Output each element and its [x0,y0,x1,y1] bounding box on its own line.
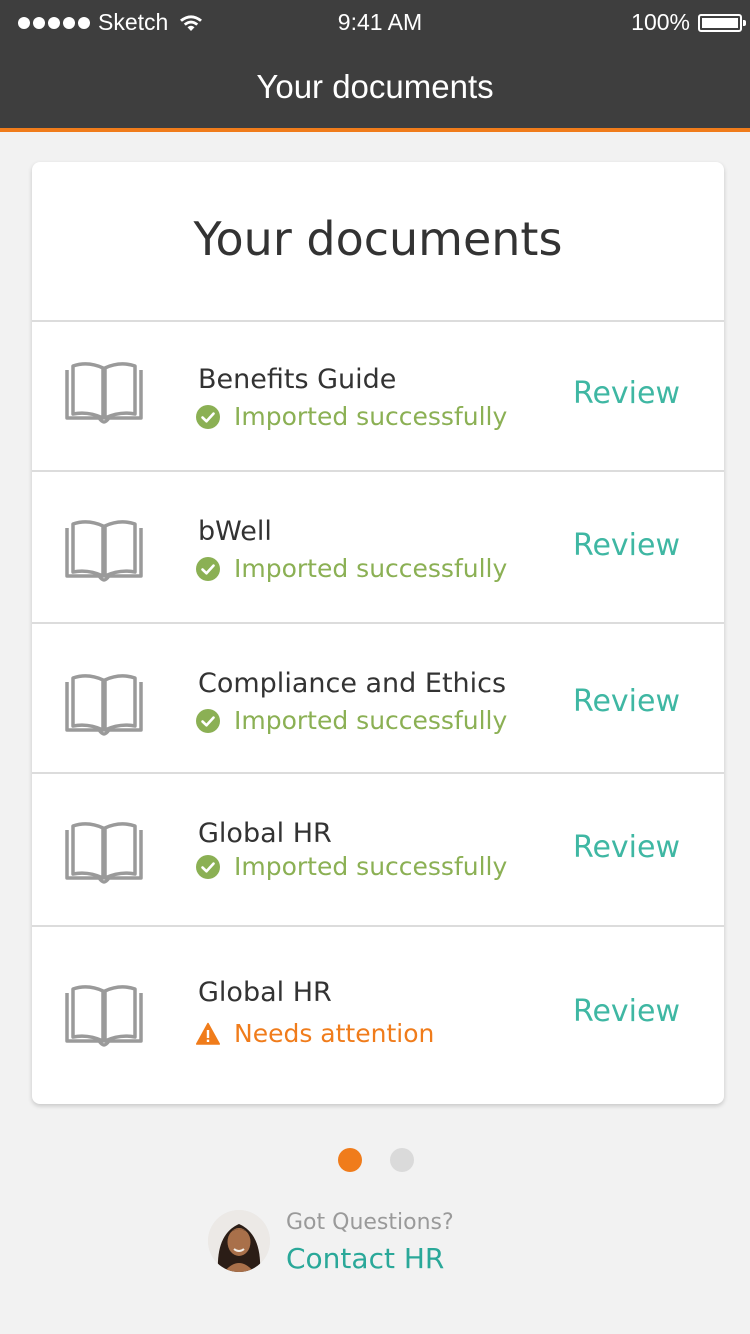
contact-hr-link[interactable]: Contact HR [286,1242,444,1275]
book-icon [64,674,144,736]
status-text: Imported successfully [234,852,508,881]
help-section: Got Questions? Contact HR [208,1208,508,1278]
document-row[interactable]: Compliance and Ethics Imported successful… [32,622,724,774]
battery-percent: 100% [631,9,690,35]
review-button[interactable]: Review [573,684,680,719]
battery-icon [698,13,746,32]
review-button[interactable]: Review [573,376,680,411]
check-circle-icon [196,556,220,581]
avatar [208,1210,270,1272]
help-question: Got Questions? [286,1210,454,1235]
page-indicator[interactable] [338,1148,414,1172]
book-icon [64,520,144,582]
book-icon [64,985,144,1047]
document-row[interactable]: Benefits Guide Imported successfully Revie… [32,320,724,472]
document-row[interactable]: Global HR Imported successfully Review [32,772,724,926]
document-name: bWell [198,516,272,547]
status-right: 100% [631,9,746,36]
document-status: Imported successfully [196,402,507,431]
review-button[interactable]: Review [573,528,680,563]
check-circle-icon [196,854,220,879]
status-text: Imported successfully [234,402,508,431]
review-button[interactable]: Review [573,994,680,1029]
page-dot[interactable] [390,1148,414,1172]
book-icon [64,822,144,884]
document-name: Global HR [198,818,332,849]
nav-title: Your documents [256,68,494,105]
document-name: Benefits Guide [198,364,397,395]
status-bar: Sketch 9:41 AM 100% [0,0,750,44]
document-status: Imported successfully [196,852,507,881]
status-text: Needs attention [234,1019,435,1048]
review-button[interactable]: Review [573,830,680,865]
status-text: Imported successfully [234,554,508,583]
document-row[interactable]: bWell Imported successfully Review [32,470,724,624]
status-text: Imported successfully [234,706,508,735]
page-dot-active[interactable] [338,1148,362,1172]
document-status: Imported successfully [196,554,507,583]
document-status: Imported successfully [196,706,507,735]
card-title: Your documents [193,212,563,266]
check-circle-icon [196,404,220,429]
warning-icon [195,1022,221,1046]
book-icon [64,362,144,424]
document-name: Global HR [198,977,332,1008]
check-circle-icon [196,708,220,733]
documents-card: Your documents Benefits Guide Imported su… [32,162,724,1104]
document-name: Compliance and Ethics [198,668,507,699]
navigation-bar: Your documents [0,44,750,132]
document-row[interactable]: Global HR Needs attention Review [32,925,724,1104]
document-status: Needs attention [195,1019,435,1048]
